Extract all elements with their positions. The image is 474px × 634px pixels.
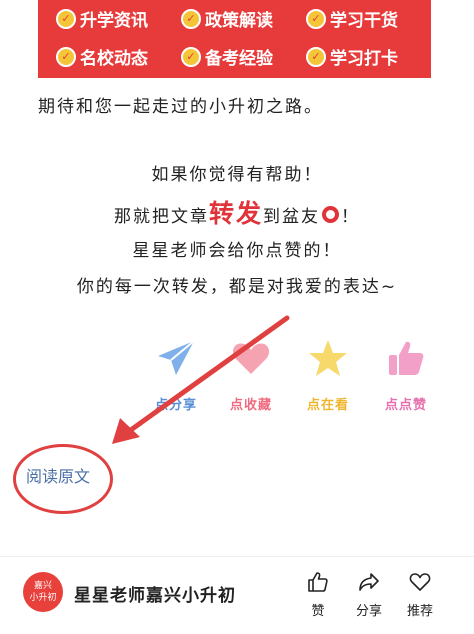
annotation-circle bbox=[13, 444, 113, 514]
share-icon bbox=[359, 573, 379, 591]
avatar[interactable]: 嘉兴 小升初 bbox=[23, 572, 63, 612]
share-button[interactable]: 分享 bbox=[344, 570, 394, 619]
account-name[interactable]: 星星老师嘉兴小升初 bbox=[74, 581, 236, 606]
annotation-arrow bbox=[112, 315, 290, 444]
divider bbox=[0, 556, 474, 557]
heart-icon bbox=[409, 573, 431, 591]
like-button[interactable]: 赞 bbox=[293, 570, 343, 619]
thumbs-up-icon bbox=[308, 572, 328, 592]
recommend-button[interactable]: 推荐 bbox=[395, 570, 445, 619]
